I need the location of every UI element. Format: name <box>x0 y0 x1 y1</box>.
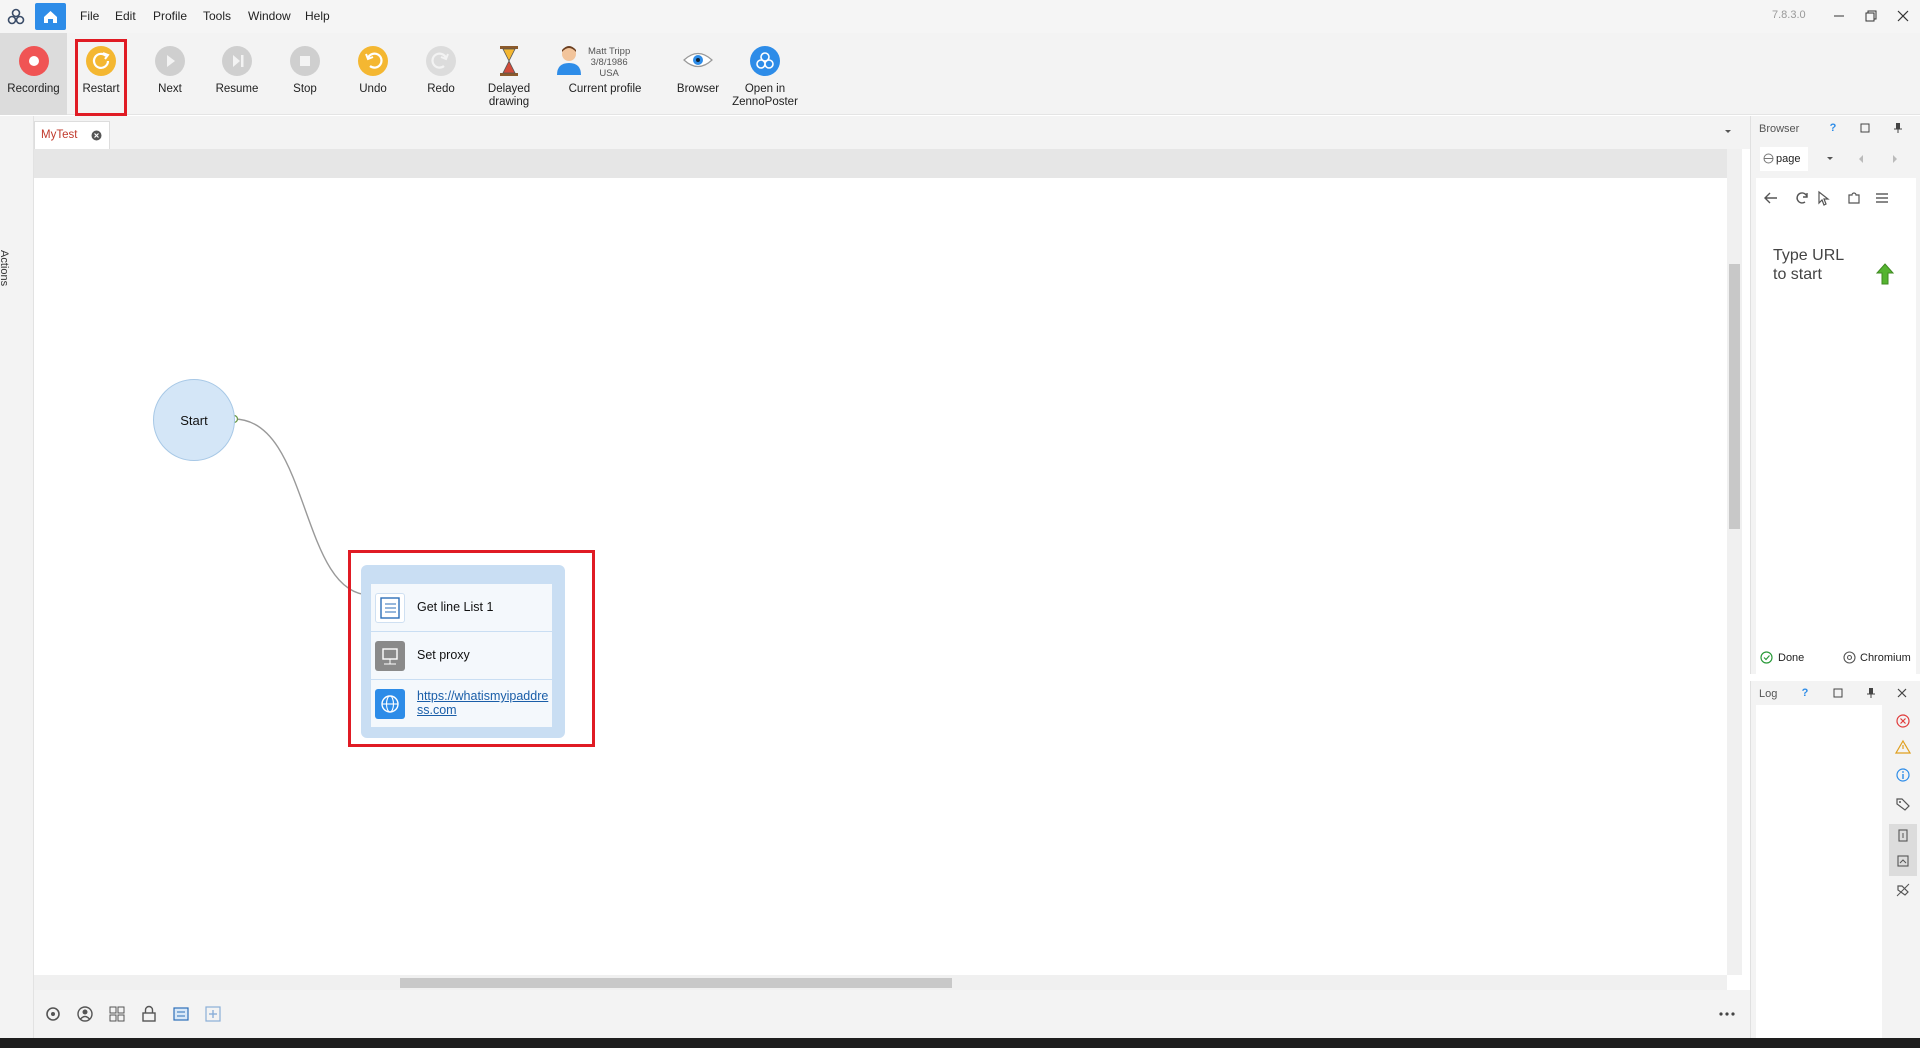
log-clear-tags-icon[interactable] <box>1895 882 1911 898</box>
connector-line <box>229 414 375 600</box>
list-icon <box>375 593 405 623</box>
action-get-line-label: Get line List 1 <box>417 600 494 614</box>
globe-icon <box>375 689 405 719</box>
log-error-filter-icon[interactable] <box>1895 713 1911 729</box>
reload-icon[interactable] <box>1794 190 1810 206</box>
vertical-scroll-thumb[interactable] <box>1729 264 1740 529</box>
start-node[interactable]: Start <box>153 379 235 461</box>
browser-panel: Browser ? page Type URL to start Done Ch… <box>1750 116 1920 764</box>
action-navigate-url[interactable]: https://whatismyipaddress.com <box>371 680 552 727</box>
action-url-link[interactable]: https://whatismyipaddress.com <box>417 689 549 717</box>
log-warning-filter-icon[interactable] <box>1895 739 1911 755</box>
browser-help-icon[interactable]: ? <box>1826 121 1840 135</box>
grid-icon[interactable] <box>107 1004 127 1024</box>
hamburger-menu-icon[interactable] <box>1874 190 1890 206</box>
tab-scroll-left-icon[interactable] <box>1857 154 1865 164</box>
log-maximize-icon[interactable] <box>1831 686 1845 700</box>
browser-engine-label: Chromium <box>1860 652 1911 664</box>
log-close-icon[interactable] <box>1895 686 1909 700</box>
canvas-horizontal-scrollbar[interactable] <box>34 975 1727 990</box>
browser-maximize-icon[interactable] <box>1858 121 1872 135</box>
browser-placeholder-text: Type URL to start <box>1773 247 1844 283</box>
tab-page-label: page <box>1776 153 1801 165</box>
chromium-icon <box>1843 651 1856 664</box>
horizontal-scroll-thumb[interactable] <box>400 978 952 988</box>
proxy-icon <box>375 641 405 671</box>
log-image-icon[interactable] <box>1895 853 1911 869</box>
browser-viewport[interactable]: Type URL to start <box>1756 178 1916 764</box>
action-group[interactable]: Get line List 1 Set proxy https://whatis… <box>361 565 565 738</box>
log-info-filter-icon[interactable] <box>1895 767 1911 783</box>
log-help-icon[interactable]: ? <box>1798 686 1812 700</box>
log-tag-filter-icon[interactable] <box>1895 796 1911 812</box>
os-taskbar <box>0 1038 1920 1048</box>
user-circle-icon[interactable] <box>75 1004 95 1024</box>
lock-icon[interactable] <box>139 1004 159 1024</box>
browser-panel-title: Browser <box>1759 123 1800 135</box>
start-node-label: Start <box>180 413 208 428</box>
browser-pin-icon[interactable] <box>1891 121 1905 135</box>
log-panel-title: Log <box>1759 688 1778 700</box>
canvas-bottom-toolbar <box>34 990 1750 1038</box>
action-set-proxy[interactable]: Set proxy <box>371 632 552 679</box>
extension-puzzle-icon[interactable] <box>1846 190 1862 206</box>
page-globe-icon <box>1763 153 1774 164</box>
canvas-vertical-scrollbar[interactable] <box>1727 149 1742 975</box>
action-get-line[interactable]: Get line List 1 <box>371 584 552 631</box>
log-panel: Log ? <box>1750 681 1920 1048</box>
log-clipboard-icon[interactable] <box>1895 827 1911 843</box>
page-tab-dropdown-icon[interactable] <box>1826 156 1834 162</box>
notes-icon[interactable] <box>171 1004 191 1024</box>
back-arrow-icon[interactable] <box>1763 190 1779 206</box>
log-output[interactable] <box>1756 705 1882 1048</box>
tab-scroll-right-icon[interactable] <box>1891 154 1899 164</box>
cursor-select-icon[interactable] <box>1816 190 1830 206</box>
settings-gear-icon[interactable] <box>43 1004 63 1024</box>
more-options-icon[interactable] <box>1717 1004 1737 1024</box>
action-set-proxy-label: Set proxy <box>417 648 470 662</box>
up-arrow-icon <box>1875 263 1895 285</box>
log-pin-icon[interactable] <box>1864 686 1878 700</box>
done-check-icon <box>1760 651 1773 664</box>
tab-page[interactable]: page <box>1760 147 1808 171</box>
browser-status-done: Done <box>1778 652 1805 664</box>
add-block-icon[interactable] <box>203 1004 223 1024</box>
